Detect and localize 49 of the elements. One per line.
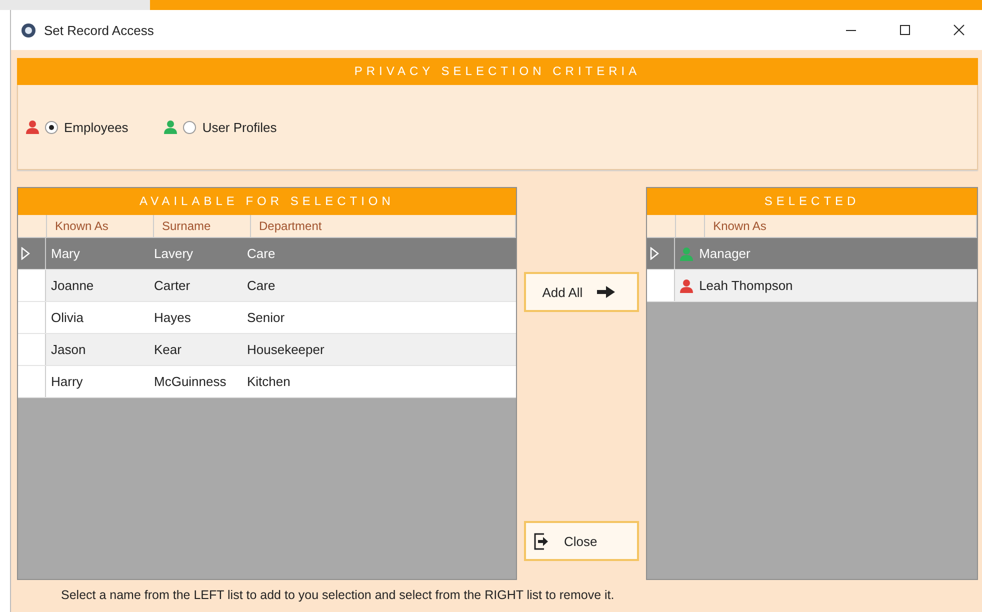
table-row[interactable]: Jason Kear Housekeeper (18, 334, 516, 366)
table-cell-text: Olivia (50, 309, 85, 327)
radio-option[interactable]: User Profiles (164, 120, 277, 134)
radio-button[interactable] (183, 120, 196, 134)
table-cell: Manager (699, 246, 750, 261)
column-header[interactable]: Department (251, 215, 516, 237)
table-cell-text: Lavery (153, 245, 194, 263)
section-header: PRIVACY SELECTION CRITERIA (17, 58, 978, 85)
table-row[interactable]: Manager (647, 238, 977, 270)
table-row[interactable]: Mary Lavery Care (18, 238, 516, 270)
row-pointer-icon (21, 247, 30, 260)
app-icon (21, 22, 36, 38)
table-cell-text: Carter (153, 277, 192, 295)
window-title: Set Record Access (44, 22, 155, 38)
table-cell-text: Jason (50, 341, 87, 359)
column-header[interactable]: Surname (154, 215, 251, 237)
radio-option[interactable]: Employees (26, 120, 128, 134)
person-icon (680, 278, 694, 292)
table-cell-text: Kear (153, 341, 182, 359)
person-icon (164, 120, 178, 134)
person-icon (680, 246, 694, 260)
table-cell-text: Care (246, 277, 276, 295)
person-icon (26, 120, 39, 134)
column-header[interactable]: Known As (47, 215, 154, 237)
table-cell-text: Senior (246, 309, 286, 327)
grid-title: SELECTED (647, 188, 977, 215)
radio-button[interactable] (45, 120, 58, 134)
table-row[interactable]: Leah Thompson (647, 270, 977, 302)
table-cell-text: Hayes (153, 309, 192, 327)
table-cell-text: Joanne (50, 277, 95, 295)
maximize-icon (899, 24, 911, 36)
grid-title: AVAILABLE FOR SELECTION (18, 188, 516, 215)
table-cell-text: Kitchen (246, 373, 292, 391)
table-cell: Leah Thompson (699, 278, 793, 293)
close-button[interactable]: Close (524, 521, 639, 561)
table-row[interactable]: Harry McGuinness Kitchen (18, 366, 516, 398)
table-cell-text: Mary (50, 245, 81, 263)
table-cell-text: McGuinness (153, 373, 228, 391)
table-row[interactable]: Olivia Hayes Senior (18, 302, 516, 334)
add-all-button[interactable]: Add All (524, 272, 639, 312)
row-pointer-icon (650, 247, 660, 260)
arrow-right-icon (596, 286, 615, 298)
close-icon (953, 24, 965, 36)
table-cell-text: Care (246, 245, 276, 263)
exit-icon (534, 532, 550, 550)
status-text: Select a name from the LEFT list to add to you selection and select from the RIGHT list to remove it. (60, 587, 616, 604)
table-cell-text: Housekeeper (246, 341, 326, 359)
table-row[interactable]: Joanne Carter Care (18, 270, 516, 302)
table-cell-text: Harry (50, 373, 84, 391)
